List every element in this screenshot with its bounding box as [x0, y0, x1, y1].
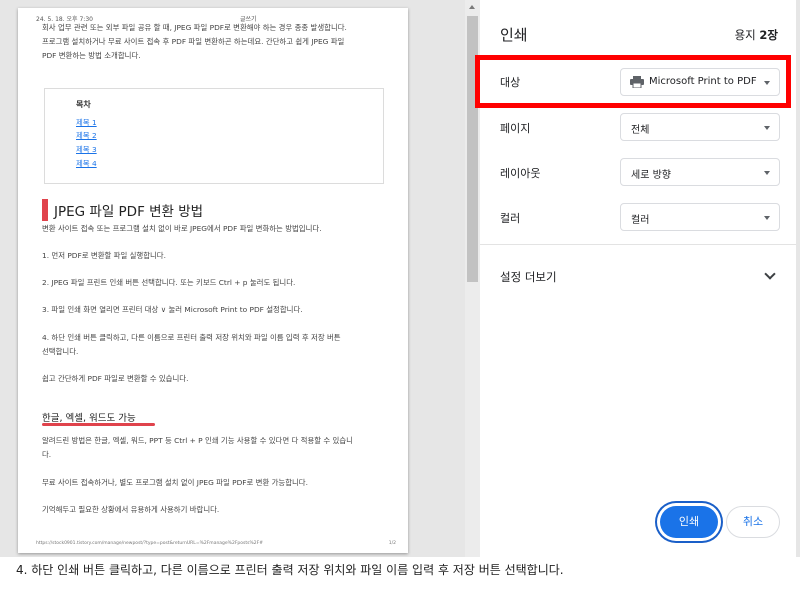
section-heading: JPEG 파일 PDF 변환 방법	[54, 204, 204, 220]
toc-item-4[interactable]: 제목 4	[76, 158, 97, 169]
step-caption: 4. 하단 인쇄 버튼 클릭하고, 다른 이름으로 프린터 출력 저장 위치와 …	[16, 563, 564, 577]
pages-select[interactable]: 전체	[620, 113, 780, 141]
print-button[interactable]: 인쇄	[660, 506, 718, 538]
settings-divider	[480, 244, 796, 245]
body-line-2: 1. 먼저 PDF로 변환할 파일 실행합니다.	[42, 251, 166, 260]
body-line-3: 2. JPEG 파일 프린트 인쇄 버튼 선택합니다. 또는 키보드 Ctrl …	[42, 278, 296, 287]
page-footer-url: https://stock0901.tistory.com/manage/new…	[36, 541, 263, 546]
body-line-7: 쉽고 간단하게 PDF 파일로 변환할 수 있습니다.	[42, 374, 189, 383]
layout-chevron-down-icon	[764, 171, 770, 175]
intro-line-1: 회사 업무 관련 또는 외부 파일 공유 할 때, JPEG 파일 PDF로 변…	[42, 23, 347, 32]
color-value: 컬러	[631, 215, 650, 226]
toc-item-2[interactable]: 제목 2	[76, 130, 97, 141]
layout-label: 레이아웃	[500, 167, 541, 180]
print-dialog-title: 인쇄	[500, 26, 528, 44]
table-of-contents: 목차 제목 1 제목 2 제목 3 제목 4	[44, 88, 384, 184]
sub-line-3: 무료 사이트 접속하거나, 별도 프로그램 설치 없이 JPEG 파일 PDF로…	[42, 478, 308, 487]
toc-item-1[interactable]: 제목 1	[76, 117, 97, 128]
sub-line-4: 기억해두고 필요한 상황에서 유용하게 사용하기 바랍니다.	[42, 505, 220, 514]
intro-line-2: 프로그램 설치하거나 무료 사이트 접속 후 PDF 파일 변환하곤 하는데요.…	[42, 37, 345, 46]
more-settings-toggle[interactable]: 설정 더보기	[500, 269, 557, 285]
sheet-count: 용지 2장	[735, 27, 778, 43]
subheading-underline	[42, 423, 155, 426]
color-select[interactable]: 컬러	[620, 203, 780, 231]
panel-right-edge	[796, 0, 800, 557]
body-line-5: 4. 하단 인쇄 버튼 클릭하고, 다른 이름으로 프린터 출력 저장 위치와 …	[42, 333, 341, 342]
sub-line-2: 다.	[42, 450, 52, 459]
preview-page: 24. 5. 18. 오후 7:30 글쓰기 회사 업무 관련 또는 외부 파일…	[18, 8, 408, 553]
color-label: 컬러	[500, 212, 521, 225]
destination-highlight-box	[475, 55, 791, 108]
screenshot-root: 24. 5. 18. 오후 7:30 글쓰기 회사 업무 관련 또는 외부 파일…	[0, 0, 800, 591]
layout-select[interactable]: 세로 방향	[620, 158, 780, 186]
color-chevron-down-icon	[764, 216, 770, 220]
cancel-button[interactable]: 취소	[726, 506, 780, 538]
sheet-count-value: 2장	[759, 28, 778, 42]
sheet-count-prefix: 용지	[734, 28, 760, 42]
heading-accent-bar	[42, 199, 48, 221]
page-header: 24. 5. 18. 오후 7:30 글쓰기	[18, 8, 408, 23]
sub-line-1: 알려드린 방법은 한글, 엑셀, 워드, PPT 등 Ctrl + P 인쇄 기…	[42, 436, 353, 445]
page-footer-number: 1/2	[388, 541, 396, 546]
pages-label: 페이지	[500, 122, 531, 135]
body-line-6: 선택합니다.	[42, 347, 79, 356]
layout-value: 세로 방향	[631, 170, 671, 181]
body-line-1: 변환 사이트 접속 또는 프로그램 설치 없이 바로 JPEG에서 PDF 파일…	[42, 224, 322, 233]
toc-item-3[interactable]: 제목 3	[76, 144, 97, 155]
print-preview-area: 24. 5. 18. 오후 7:30 글쓰기 회사 업무 관련 또는 외부 파일…	[0, 0, 480, 557]
subsection-heading: 한글, 엑셀, 워드도 가능	[42, 413, 136, 424]
toc-title: 목차	[76, 100, 91, 109]
scroll-up-arrow-icon[interactable]	[469, 5, 475, 9]
pages-chevron-down-icon	[764, 126, 770, 130]
intro-line-3: PDF 변환하는 방법 소개합니다.	[42, 51, 141, 60]
pages-value: 전체	[631, 125, 650, 136]
body-line-4: 3. 파일 인쇄 화면 열리면 프린터 대상 ∨ 눌러 Microsoft Pr…	[42, 305, 303, 314]
page-footer: https://stock0901.tistory.com/manage/new…	[36, 541, 396, 546]
